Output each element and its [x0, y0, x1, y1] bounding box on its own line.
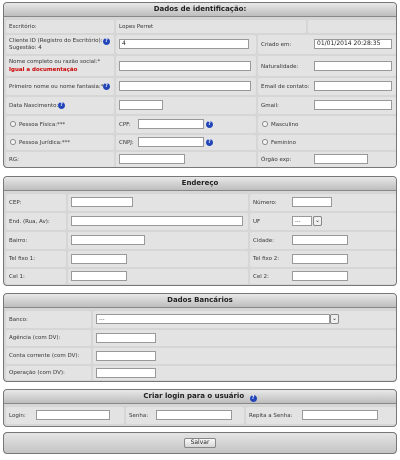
- endereco-input[interactable]: [71, 216, 243, 226]
- banco-select[interactable]: ...: [96, 314, 330, 324]
- conta-label: Conta corrente (com DV):: [9, 353, 80, 359]
- nome-completo-input[interactable]: [119, 61, 251, 71]
- criado-em-label: Criado em:: [261, 42, 292, 48]
- nascimento-input[interactable]: [119, 100, 163, 110]
- bairro-input[interactable]: [71, 235, 145, 245]
- nome-completo-label: Nome completo ou razão social:*: [9, 59, 101, 65]
- pessoa-juridica-radio[interactable]: [10, 139, 16, 145]
- escritorio-value: Lopes Perret: [119, 24, 154, 30]
- endereco-label: End. (Rua, Av):: [9, 219, 50, 225]
- help-icon[interactable]: ?: [58, 102, 65, 109]
- help-icon[interactable]: ?: [249, 395, 257, 402]
- nome-warning: Igual a documentação: [9, 67, 78, 73]
- address-panel: Endereço CEP: Número: End. (Rua, Av): UF…: [3, 176, 397, 286]
- orgao-label: Órgão exp:: [261, 157, 292, 163]
- cep-label: CEP:: [9, 200, 22, 206]
- login-label: Login:: [9, 413, 26, 419]
- login-title: Criar login para o usuário: [143, 392, 245, 400]
- cliente-id-input[interactable]: 4: [119, 39, 249, 49]
- feminino-radio[interactable]: [262, 139, 268, 145]
- chevron-down-icon[interactable]: ⌄: [313, 216, 322, 226]
- tel1-label: Tel fixo 1:: [9, 256, 36, 262]
- operacao-input[interactable]: [96, 368, 156, 378]
- rg-label: RG:: [9, 157, 19, 163]
- cliente-id-suggestion: Sugestão: 4: [9, 45, 42, 51]
- login-title-bar: Criar login para o usuário ?: [4, 390, 396, 404]
- cpf-label: CPF:: [119, 122, 131, 128]
- operacao-label: Operação (com DV):: [9, 370, 65, 376]
- cep-input[interactable]: [71, 197, 133, 207]
- email-input[interactable]: [314, 81, 392, 91]
- masculino-label: Masculino: [271, 122, 299, 128]
- address-title: Endereço: [4, 177, 396, 191]
- conta-input[interactable]: [96, 351, 156, 361]
- bank-panel: Dados Bancários Banco: ... ⌄ Agência (co…: [3, 293, 397, 382]
- repita-senha-label: Repita a Senha:: [249, 413, 293, 419]
- help-icon[interactable]: ?: [103, 38, 110, 45]
- gmail-label: Gmail:: [261, 103, 279, 109]
- help-icon[interactable]: ?: [206, 121, 213, 128]
- tel2-input[interactable]: [292, 254, 348, 264]
- naturalidade-label: Naturalidade:: [261, 64, 299, 70]
- uf-label: UF: [253, 219, 261, 225]
- login-input[interactable]: [36, 410, 110, 420]
- cel1-input[interactable]: [71, 271, 127, 281]
- cnpj-label: CNPJ:: [119, 140, 134, 146]
- email-label: Email de contato:: [261, 84, 310, 90]
- agencia-input[interactable]: [96, 333, 156, 343]
- cpf-input[interactable]: [138, 119, 204, 129]
- bairro-label: Bairro:: [9, 238, 28, 244]
- help-icon[interactable]: ?: [103, 83, 110, 90]
- senha-input[interactable]: [156, 410, 232, 420]
- help-icon[interactable]: ?: [206, 139, 213, 146]
- actions-panel: Salvar: [3, 432, 397, 454]
- chevron-down-icon[interactable]: ⌄: [330, 314, 339, 324]
- feminino-label: Feminino: [271, 140, 296, 146]
- masculino-radio[interactable]: [262, 121, 268, 127]
- login-panel: Criar login para o usuário ? Login: Senh…: [3, 389, 397, 427]
- tel2-label: Tel fixo 2:: [253, 256, 280, 262]
- identification-panel: Dados de identificação: Escritório: Lope…: [3, 2, 397, 168]
- cel1-label: Cel 1:: [9, 274, 25, 280]
- cidade-label: Cidade:: [253, 238, 274, 244]
- agencia-label: Agência (com DV):: [9, 335, 61, 341]
- senha-label: Senha:: [129, 413, 149, 419]
- primeiro-nome-input[interactable]: [119, 81, 251, 91]
- numero-label: Número:: [253, 200, 277, 206]
- cliente-id-label: Cliente ID (Registro do Escritório):: [9, 38, 103, 44]
- uf-select[interactable]: ...: [292, 216, 312, 226]
- tel1-input[interactable]: [71, 254, 127, 264]
- repita-senha-input[interactable]: [302, 410, 378, 420]
- bank-title: Dados Bancários: [4, 294, 396, 308]
- nascimento-label: Data Nascimento:: [9, 103, 59, 109]
- criado-em-input[interactable]: 01/01/2014 20:28:35: [314, 39, 392, 49]
- numero-input[interactable]: [292, 197, 332, 207]
- cel2-label: Cel 2:: [253, 274, 269, 280]
- cnpj-input[interactable]: [138, 137, 204, 147]
- banco-label: Banco:: [9, 317, 28, 323]
- cidade-input[interactable]: [292, 235, 348, 245]
- cel2-input[interactable]: [292, 271, 348, 281]
- identification-title: Dados de identificação:: [4, 3, 396, 17]
- pessoa-fisica-radio[interactable]: [10, 121, 16, 127]
- gmail-input[interactable]: [314, 100, 392, 110]
- orgao-input[interactable]: [314, 154, 368, 164]
- pessoa-fisica-label: Pessoa Física:***: [19, 122, 66, 128]
- primeiro-nome-label: Primeiro nome ou nome fantasia:*: [9, 84, 104, 90]
- naturalidade-input[interactable]: [314, 61, 392, 71]
- rg-input[interactable]: [119, 154, 185, 164]
- pessoa-juridica-label: Pessoa Jurídica:***: [19, 140, 71, 146]
- save-button[interactable]: Salvar: [184, 438, 216, 448]
- escritorio-label: Escritório:: [9, 24, 37, 30]
